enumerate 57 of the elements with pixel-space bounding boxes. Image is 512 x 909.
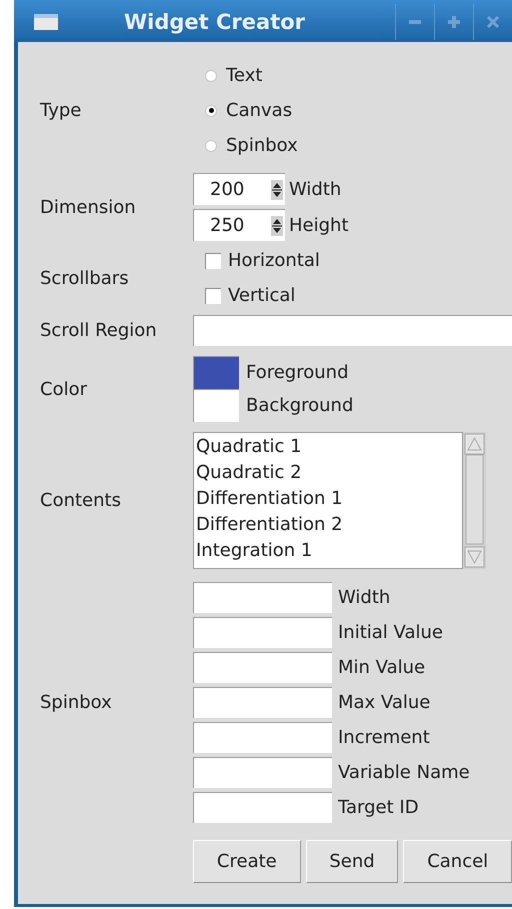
checkbox[interactable] (205, 288, 221, 304)
field-label: Height (289, 214, 349, 238)
action-button[interactable]: Create (193, 840, 301, 883)
checkbox-label: Vertical (228, 284, 296, 308)
contents-listbox[interactable]: Quadratic 1 Quadratic 2 Differentiation 1 Differentiation 2 Integration 1 (193, 432, 463, 569)
radio-label: Text (226, 64, 262, 88)
color-label: Background (246, 394, 354, 418)
radio-button[interactable] (205, 70, 217, 82)
field-label: Initial Value (338, 621, 443, 645)
input-field[interactable] (193, 722, 332, 753)
action-button[interactable]: Send (306, 840, 398, 883)
radio-button[interactable] (205, 104, 217, 116)
plus-icon (448, 16, 460, 28)
field-label: Contents (40, 489, 121, 513)
spin-arrows-icon[interactable] (271, 180, 283, 200)
scrollbar[interactable] (463, 432, 486, 569)
field-label: Type (40, 99, 82, 123)
input-field[interactable] (193, 792, 332, 823)
checkbox[interactable] (205, 252, 221, 268)
field-label: Dimension (40, 196, 136, 220)
close-icon (487, 16, 499, 28)
input-field[interactable] (193, 757, 332, 788)
list-item[interactable]: Differentiation 2 (196, 512, 462, 538)
list-item[interactable]: Quadratic 1 (196, 434, 462, 460)
input-field[interactable] (193, 652, 332, 683)
action-button[interactable]: Cancel (403, 840, 512, 883)
radio-label: Canvas (226, 99, 292, 123)
color-swatch[interactable] (193, 389, 239, 422)
window-icon (34, 14, 58, 30)
field-label: Min Value (338, 656, 426, 680)
spinbox-field[interactable]: 250 (193, 209, 285, 241)
scroll-region-field[interactable] (193, 315, 512, 346)
list-item[interactable]: Quadratic 2 (196, 460, 462, 486)
spin-arrows-icon[interactable] (271, 216, 283, 236)
field-label: Max Value (338, 691, 430, 715)
field-label: Color (40, 378, 87, 402)
radio-button[interactable] (205, 140, 217, 152)
field-label: Scroll Region (40, 319, 158, 343)
color-label: Foreground (246, 361, 348, 385)
field-label: Spinbox (40, 691, 112, 715)
field-label: Width (289, 178, 342, 202)
radio-label: Spinbox (226, 134, 298, 158)
list-item[interactable]: Differentiation 1 (196, 486, 462, 512)
field-label: Target ID (338, 796, 419, 820)
input-field[interactable] (193, 617, 332, 648)
spinbox-field[interactable]: 200 (193, 173, 285, 205)
color-swatch[interactable] (193, 356, 239, 389)
window-title: Widget Creator (124, 9, 306, 36)
checkbox-label: Horizontal (228, 249, 320, 273)
input-field[interactable] (193, 582, 332, 613)
list-item[interactable]: Integration 1 (196, 538, 462, 564)
input-field[interactable] (193, 687, 332, 718)
field-label: Scrollbars (40, 266, 129, 290)
field-label: Variable Name (338, 761, 470, 785)
minimize-icon (409, 20, 421, 24)
field-label: Width (338, 586, 390, 610)
field-label: Increment (338, 726, 430, 750)
